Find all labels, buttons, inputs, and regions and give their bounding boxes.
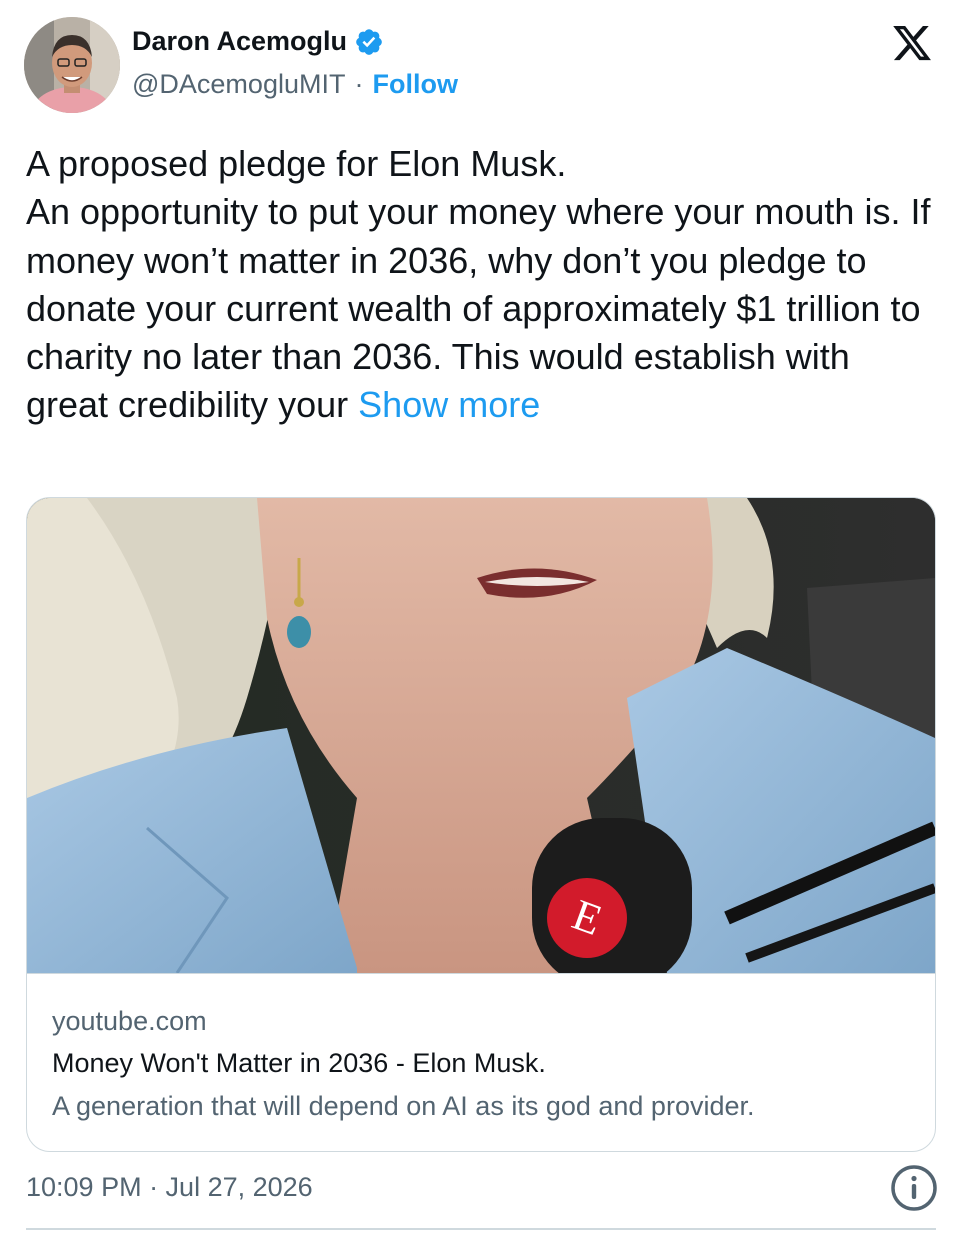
tweet-text: A proposed pledge for Elon Musk. An oppo… <box>26 140 941 430</box>
author-handle[interactable]: @DAcemogluMIT <box>132 69 345 100</box>
author-avatar[interactable] <box>24 17 120 113</box>
author-name[interactable]: Daron Acemoglu <box>132 26 347 57</box>
handle-separator: · <box>354 69 364 99</box>
verified-badge-icon <box>354 27 384 57</box>
tweet-timestamp[interactable]: 10:09 PM · Jul 27, 2026 <box>26 1172 313 1203</box>
video-thumbnail[interactable]: E <box>27 498 935 973</box>
follow-button[interactable]: Follow <box>372 69 457 100</box>
show-more-link[interactable]: Show more <box>358 384 540 425</box>
tweet-line: A proposed pledge for Elon Musk. <box>26 143 567 184</box>
card-domain: youtube.com <box>52 1006 207 1036</box>
card-title[interactable]: Money Won't Matter in 2036 - Elon Musk. <box>52 1048 546 1079</box>
x-logo-icon[interactable] <box>890 22 934 64</box>
info-icon[interactable] <box>890 1164 938 1212</box>
link-card-info[interactable]: youtube.com Money Won't Matter in 2036 -… <box>27 973 935 1151</box>
tweet-paragraph: An opportunity to put your money where y… <box>26 188 941 429</box>
author-handle-row: @DAcemogluMIT · Follow <box>132 69 458 100</box>
link-card[interactable]: E youtube.com Money Won't Matter in 2036… <box>26 497 936 1152</box>
bottom-divider <box>26 1228 936 1230</box>
author-name-row: Daron Acemoglu <box>132 26 384 57</box>
card-description: A generation that will depend on AI as i… <box>52 1091 755 1121</box>
